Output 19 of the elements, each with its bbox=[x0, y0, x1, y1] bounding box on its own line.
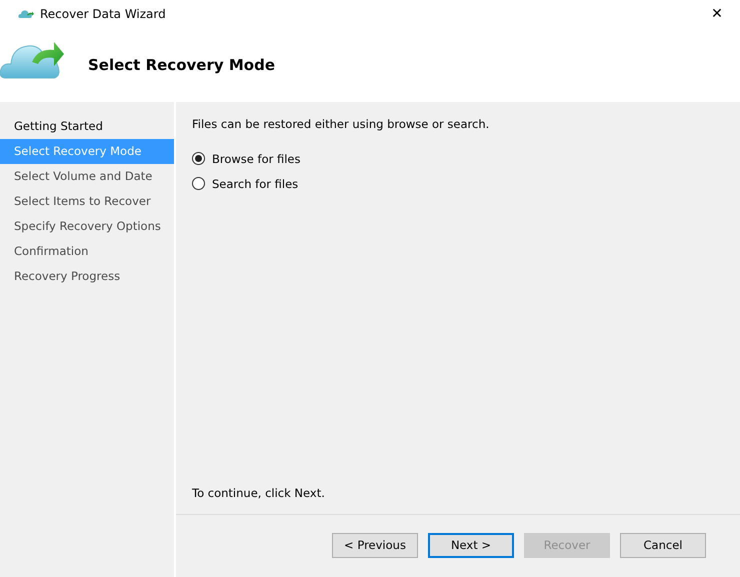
cloud-icon bbox=[18, 9, 34, 19]
radio-button[interactable] bbox=[192, 177, 205, 190]
footer-note: To continue, click Next. bbox=[192, 486, 325, 500]
window-title: Recover Data Wizard bbox=[40, 7, 166, 21]
wizard-step[interactable]: Select Items to Recover bbox=[0, 189, 174, 214]
radio-label: Search for files bbox=[212, 176, 298, 190]
wizard-step[interactable]: Confirmation bbox=[0, 239, 174, 264]
radio-label: Browse for files bbox=[212, 152, 301, 166]
wizard-button[interactable]: Cancel bbox=[620, 532, 706, 558]
wizard-step[interactable]: Select Volume and Date bbox=[0, 164, 174, 189]
wizard-button[interactable]: < Previous bbox=[332, 532, 418, 558]
page-heading: Select Recovery Mode bbox=[88, 56, 275, 74]
wizard-step[interactable]: Recovery Progress bbox=[0, 264, 174, 289]
wizard-step[interactable]: Specify Recovery Options bbox=[0, 214, 174, 239]
close-button[interactable]: ✕ bbox=[694, 0, 740, 28]
radio-button[interactable] bbox=[192, 152, 205, 165]
wizard-button[interactable]: Next > bbox=[428, 532, 514, 558]
wizard-step[interactable]: Getting Started bbox=[0, 114, 174, 139]
instruction-text: Files can be restored either using browse or search. bbox=[192, 117, 490, 131]
